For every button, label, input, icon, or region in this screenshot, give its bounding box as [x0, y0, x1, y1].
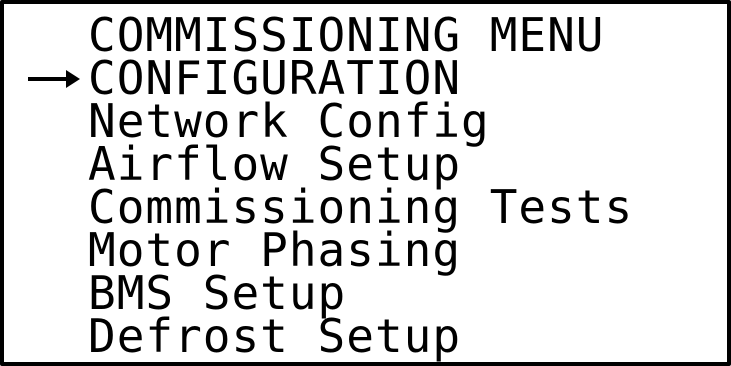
right-arrow-icon — [26, 57, 82, 100]
lcd-display: COMMISSIONING MENU CONFIGURATION Network… — [0, 0, 731, 366]
menu-item-defrost-setup[interactable]: Defrost Setup — [30, 309, 720, 363]
commissioning-menu: COMMISSIONING MENU CONFIGURATION Network… — [28, 12, 720, 363]
menu-item-label: Defrost Setup — [88, 309, 462, 363]
